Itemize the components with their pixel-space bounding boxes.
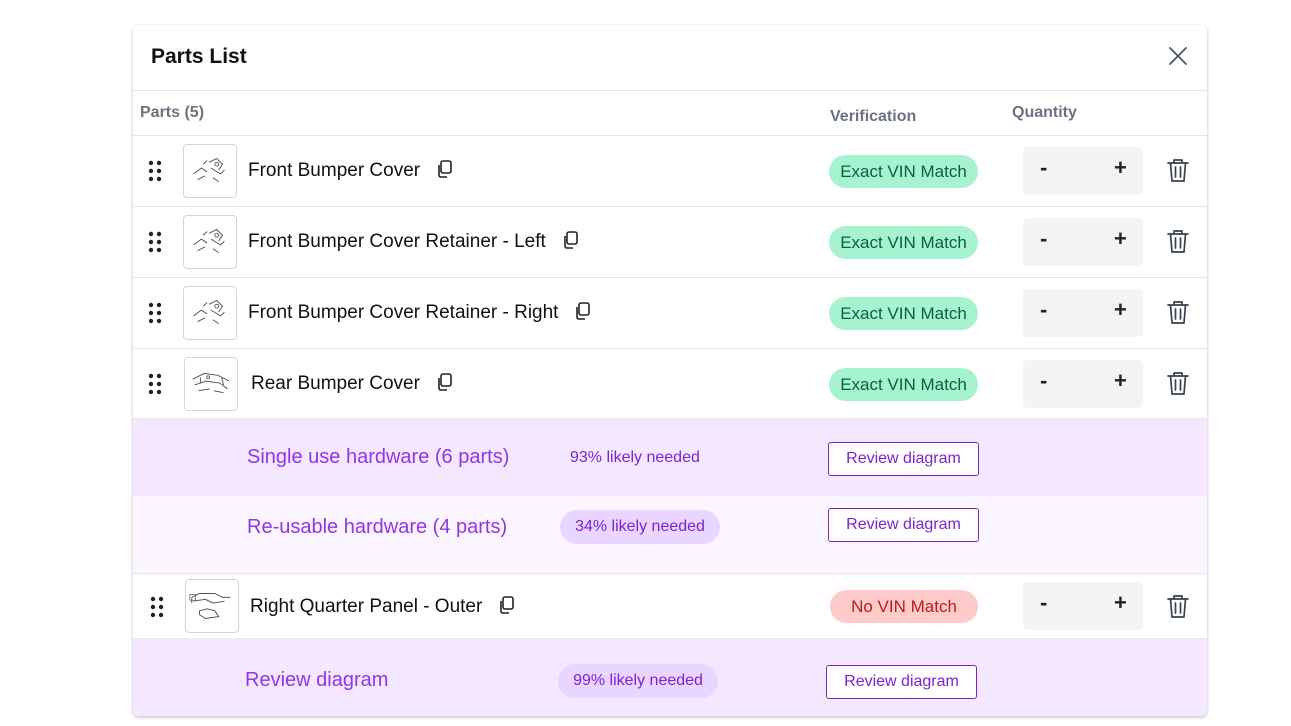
decrement-button[interactable]: - [1040,297,1047,323]
part-name-text: Front Bumper Cover Retainer - Right [248,302,559,323]
quantity-stepper: - + [1023,360,1143,408]
part-diagram-icon [189,593,231,620]
copy-icon[interactable] [436,373,452,391]
verification-badge: Exact VIN Match [829,368,978,401]
verification-badge: No VIN Match [830,590,978,623]
column-header-parts: Parts (5) [140,104,205,121]
part-name-text: Front Bumper Cover Retainer - Left [248,231,546,252]
column-header-verification: Verification [830,108,917,125]
close-icon[interactable] [1167,45,1189,67]
review-diagram-button[interactable]: Review diagram [826,665,977,699]
part-diagram-icon [192,372,230,394]
parts-list-panel: Parts List Parts (5) Verification Quanti… [133,25,1207,716]
panel-header: Parts List [133,25,1207,91]
part-name: Right Quarter Panel - Outer [250,596,515,618]
review-diagram-button[interactable]: Review diagram [828,508,979,542]
hardware-group-row: Re-usable hardware (4 parts) 34% likely … [133,496,1207,574]
part-row: Front Bumper Cover Retainer - Left Exact… [133,207,1207,278]
part-row: Front Bumper Cover Retainer - Right Exac… [133,278,1207,349]
copy-icon[interactable] [436,160,452,178]
part-thumbnail[interactable] [183,286,237,340]
part-name: Front Bumper Cover [248,160,452,182]
increment-button[interactable]: + [1114,297,1127,323]
increment-button[interactable]: + [1114,368,1127,394]
part-row: Front Bumper Cover Exact VIN Match - + [133,136,1207,207]
likelihood-pill: 99% likely needed [558,664,718,698]
decrement-button[interactable]: - [1040,226,1047,252]
part-name-text: Front Bumper Cover [248,160,421,181]
trash-icon[interactable] [1167,158,1189,183]
part-diagram-icon [193,157,225,182]
trash-icon[interactable] [1167,371,1189,396]
part-name: Front Bumper Cover Retainer - Right [248,302,591,324]
part-diagram-icon [193,299,225,324]
part-name-text: Rear Bumper Cover [251,373,420,394]
column-header-row: Parts (5) Verification Quantity [133,91,1207,136]
part-name: Front Bumper Cover Retainer - Left [248,231,578,253]
hardware-group-title: Review diagram [245,669,389,691]
column-header-quantity: Quantity [1012,104,1077,121]
trash-icon[interactable] [1167,229,1189,254]
part-diagram-icon [193,228,225,253]
likelihood-label: 93% likely needed [570,449,700,466]
drag-handle-icon[interactable] [148,302,162,324]
quantity-stepper: - + [1023,582,1143,630]
drag-handle-icon[interactable] [150,596,164,618]
decrement-button[interactable]: - [1040,368,1047,394]
part-name: Rear Bumper Cover [251,373,452,395]
increment-button[interactable]: + [1114,226,1127,252]
part-thumbnail[interactable] [185,579,239,633]
decrement-button[interactable]: - [1040,155,1047,181]
verification-badge: Exact VIN Match [829,155,978,188]
panel-title: Parts List [151,45,247,68]
drag-handle-icon[interactable] [148,373,162,395]
part-row: Right Quarter Panel - Outer No VIN Match… [133,574,1207,639]
copy-icon[interactable] [562,231,578,249]
copy-icon[interactable] [574,302,591,320]
decrement-button[interactable]: - [1040,590,1047,616]
drag-handle-icon[interactable] [148,160,162,182]
trash-icon[interactable] [1167,300,1189,325]
part-thumbnail[interactable] [184,357,238,411]
review-diagram-button[interactable]: Review diagram [828,442,979,476]
hardware-group-row: Review diagram 99% likely needed Review … [133,639,1207,716]
drag-handle-icon[interactable] [148,231,162,253]
trash-icon[interactable] [1167,594,1189,619]
quantity-stepper: - + [1023,289,1143,337]
increment-button[interactable]: + [1114,155,1127,181]
verification-badge: Exact VIN Match [829,297,978,330]
verification-badge: Exact VIN Match [829,226,978,259]
part-thumbnail[interactable] [183,144,237,198]
hardware-group-title: Re-usable hardware (4 parts) [247,516,508,538]
quantity-stepper: - + [1023,218,1143,266]
hardware-group-title: Single use hardware (6 parts) [247,446,510,468]
quantity-stepper: - + [1023,147,1143,195]
copy-icon[interactable] [498,596,515,614]
increment-button[interactable]: + [1114,590,1127,616]
likelihood-pill: 34% likely needed [560,510,720,544]
part-thumbnail[interactable] [183,215,237,269]
hardware-group-row: Single use hardware (6 parts) 93% likely… [133,419,1207,496]
part-name-text: Right Quarter Panel - Outer [250,596,483,617]
part-row: Rear Bumper Cover Exact VIN Match - + [133,349,1207,419]
